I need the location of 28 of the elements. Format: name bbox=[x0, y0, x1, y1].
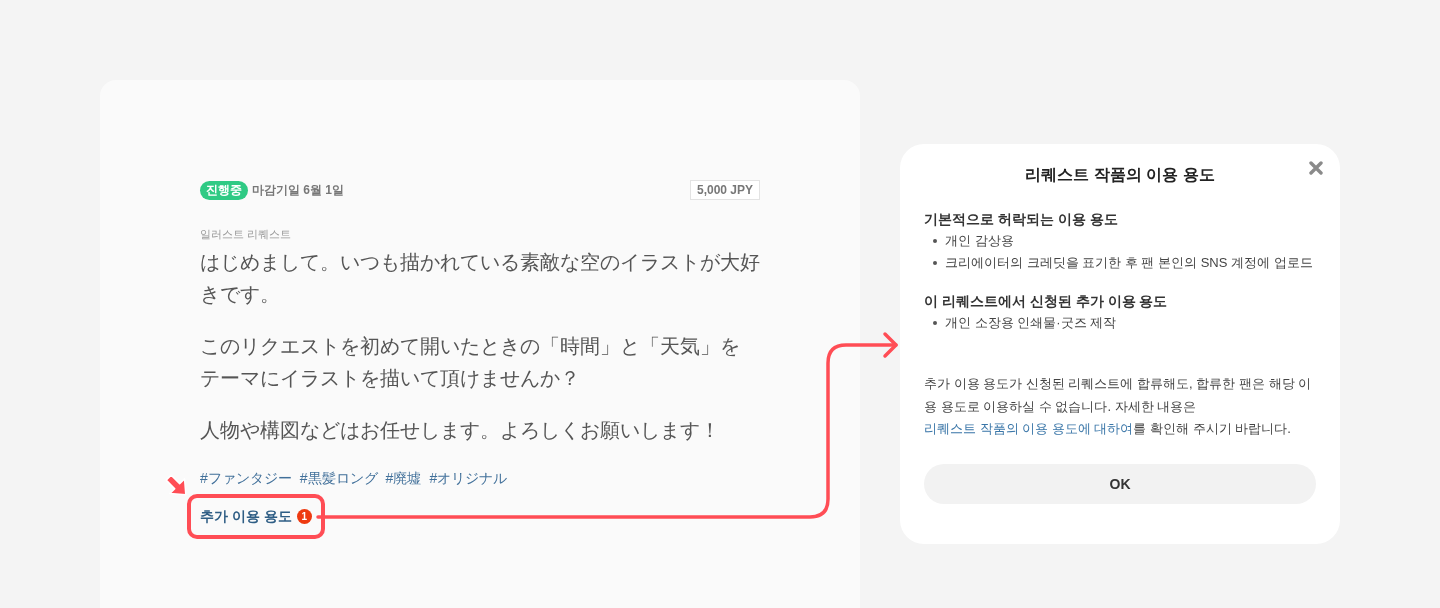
section-heading: 기본적으로 허락되는 이용 용도 bbox=[924, 210, 1119, 228]
message-paragraph: 人物や構図などはお任せします。よろしくお願いします！ bbox=[200, 418, 721, 443]
count-badge: 1 bbox=[296, 509, 312, 524]
close-button[interactable] bbox=[1309, 161, 1323, 175]
usage-item: 개인 감상용 bbox=[945, 232, 1014, 250]
ok-button[interactable]: OK bbox=[924, 463, 1316, 504]
bullet-icon bbox=[933, 261, 937, 265]
hashtag-link[interactable]: #黒髪ロング bbox=[299, 468, 378, 488]
note-paragraph: 추가 이용 용도가 신청된 리퀘스트에 합류해도, 합류한 팬은 해당 이용 용도로 이용하실 수 없습니다. 자세한 내용은 리퀘스트 작품의 이용 용도에 대하여 를 확인해 주시기 바랍니다. bbox=[924, 375, 1313, 438]
section-heading: 이 리퀘스트에서 신청된 추가 이용 용도 bbox=[924, 292, 1169, 310]
dialog-title: 리퀘스트 작품의 이용 용도 bbox=[1024, 165, 1216, 185]
additional-usage-link[interactable]: 추가 이용 용도 bbox=[200, 508, 292, 525]
usage-item: 개인 소장용 인쇄물·굿즈 제작 bbox=[945, 314, 1117, 332]
category-label: 일러스트 리퀘스트 bbox=[200, 227, 293, 242]
message-paragraph: このリクエストを初めて開いたときの「時間」と「天気」をテーマにイラストを描いて頂けませんか？ bbox=[200, 334, 741, 391]
close-icon bbox=[1309, 161, 1323, 175]
bullet-icon bbox=[933, 239, 937, 243]
usage-info-link[interactable]: 리퀘스트 작품의 이용 용도에 대하여 bbox=[924, 421, 1134, 436]
pointer-arrow-icon bbox=[165, 474, 187, 496]
hashtag-link[interactable]: #廃墟 bbox=[385, 468, 422, 488]
hashtag-link[interactable]: #ファンタジー bbox=[200, 468, 292, 488]
deadline-text: 마감기일 6월 1일 bbox=[252, 181, 344, 199]
hashtag-link[interactable]: #オリジナル bbox=[429, 468, 508, 488]
price-tag: 5,000 JPY bbox=[689, 180, 760, 200]
usage-item: 크리에이터의 크레딧을 표기한 후 팬 본인의 SNS 계정에 업로드 bbox=[945, 254, 1313, 272]
message-paragraph: はじめまして。いつも描かれている素敵な空のイラストが大好きです。 bbox=[200, 250, 761, 307]
status-badge: 진행중 bbox=[200, 180, 248, 200]
bullet-icon bbox=[933, 321, 937, 325]
